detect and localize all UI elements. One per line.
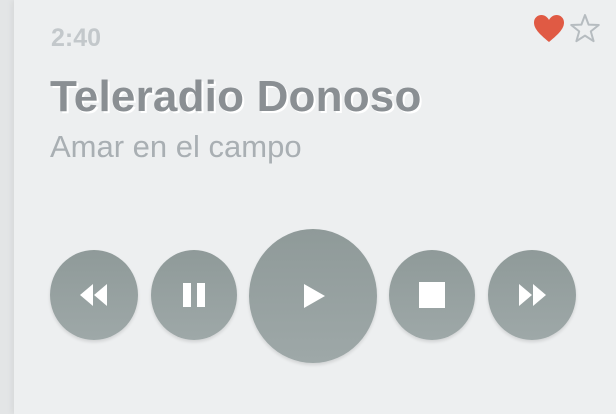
fast-forward-button[interactable] <box>488 250 576 340</box>
rewind-icon <box>80 284 107 306</box>
stop-icon <box>419 282 445 308</box>
rating-controls <box>532 12 602 46</box>
play-button[interactable] <box>249 229 377 363</box>
play-icon <box>304 284 325 308</box>
track-title: Amar en el campo <box>50 129 302 164</box>
rewind-button[interactable] <box>50 250 138 340</box>
station-title: Teleradio Donoso <box>50 72 422 121</box>
star-icon[interactable] <box>568 12 602 46</box>
pause-button[interactable] <box>151 250 237 340</box>
pause-icon <box>183 283 205 307</box>
fast-forward-icon <box>519 284 546 306</box>
stop-button[interactable] <box>389 250 475 340</box>
player-panel: 2:40 Teleradio Donoso Amar en el campo <box>14 0 616 414</box>
heart-icon[interactable] <box>532 12 566 46</box>
elapsed-time: 2:40 <box>51 24 102 52</box>
